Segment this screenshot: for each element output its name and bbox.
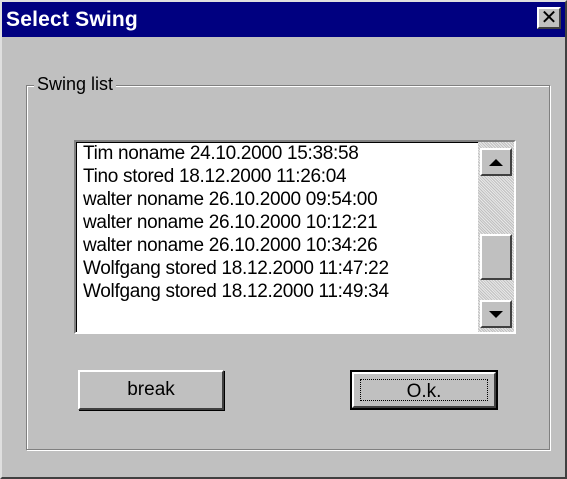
select-swing-dialog: Select Swing ✕ Swing list Tim noname 24.… [0,0,567,479]
list-item[interactable]: walter noname 26.10.2000 10:12:21 [83,211,389,234]
scroll-down-button[interactable] [480,300,512,328]
vertical-scrollbar[interactable] [478,142,514,332]
scroll-up-button[interactable] [480,148,512,176]
list-item[interactable]: walter noname 26.10.2000 10:34:26 [83,234,389,257]
ok-button-bevel: O.k. [352,372,496,408]
arrow-up-icon [489,158,503,166]
list-item[interactable]: Wolfgang stored 18.12.2000 11:47:22 [83,257,389,280]
listbox-rows: Tim noname 24.10.2000 15:38:58 Tino stor… [83,142,389,303]
groupbox-label: Swing list [34,74,117,95]
arrow-down-icon [489,310,503,318]
close-icon: ✕ [540,5,558,29]
title-bar[interactable]: Select Swing ✕ [2,2,565,37]
close-button[interactable]: ✕ [537,7,561,29]
list-item[interactable]: walter noname 26.10.2000 09:54:00 [83,188,389,211]
window-title: Select Swing [6,8,138,31]
swing-listbox[interactable]: Tim noname 24.10.2000 15:38:58 Tino stor… [74,140,516,334]
list-item[interactable]: Tino stored 18.12.2000 11:26:04 [83,165,389,188]
scrollbar-thumb[interactable] [480,234,512,280]
break-button[interactable]: break [78,370,224,410]
list-item[interactable]: Tim noname 24.10.2000 15:38:58 [83,142,389,165]
ok-button-label: O.k. [360,379,488,402]
ok-button[interactable]: O.k. [350,370,498,410]
list-item[interactable]: Wolfgang stored 18.12.2000 11:49:34 [83,280,389,303]
